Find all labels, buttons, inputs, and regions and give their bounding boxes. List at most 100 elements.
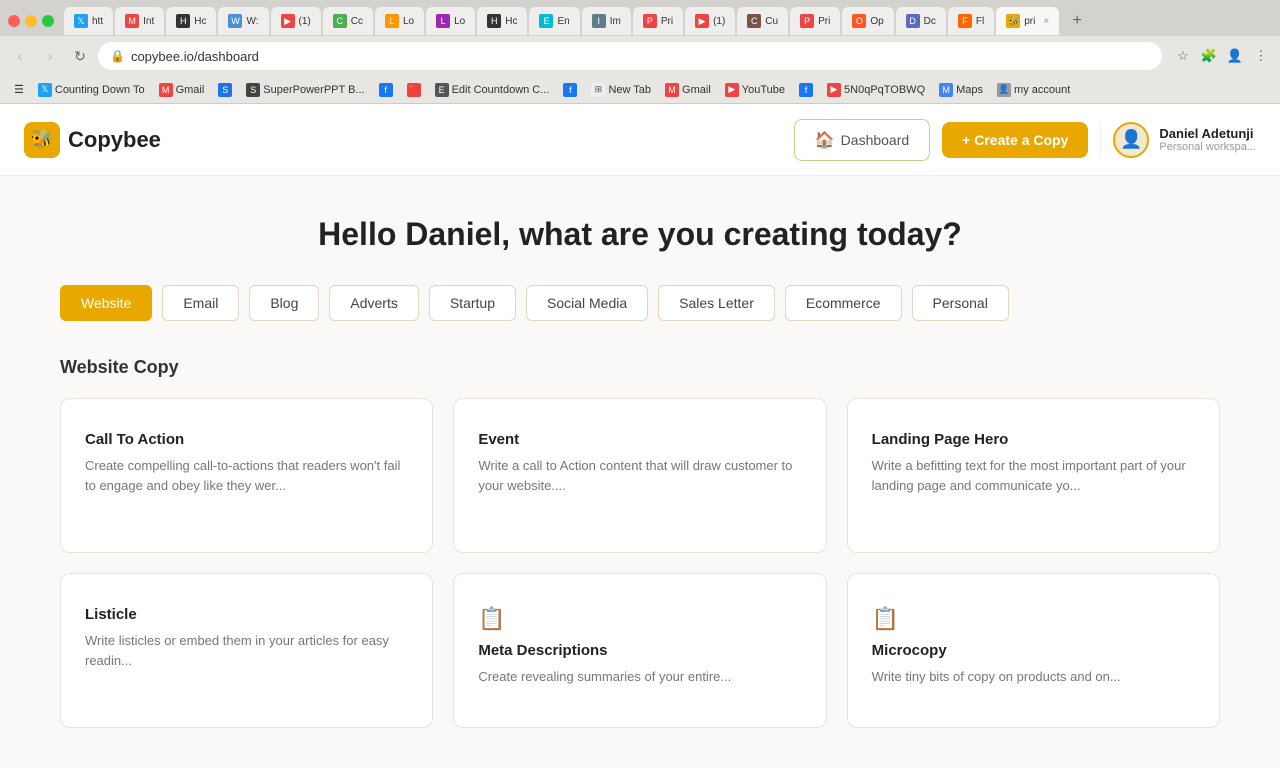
card-desc: Write a call to Action content that will…	[478, 456, 801, 495]
bookmark-maps[interactable]: M Maps	[933, 81, 989, 99]
new-tab-button[interactable]: +	[1065, 9, 1089, 33]
forward-button[interactable]: ›	[38, 44, 62, 68]
bookmark-fb2[interactable]: 🔴	[401, 81, 427, 99]
card-bottom-2[interactable]: 📋 Microcopy Write tiny bits of copy on p…	[847, 573, 1220, 728]
main-content: Hello Daniel, what are you creating toda…	[0, 176, 1280, 768]
tab-pri-active[interactable]: 🐝 pri ×	[996, 7, 1059, 35]
avatar: 👤	[1113, 122, 1149, 158]
category-tab-social-media[interactable]: Social Media	[526, 285, 648, 321]
logo: 🐝 Copybee	[24, 122, 161, 158]
bookmark-fb4[interactable]: f	[793, 81, 819, 99]
user-workspace: Personal workspa...	[1159, 141, 1256, 153]
house-icon: 🏠	[815, 130, 835, 150]
tab-close-icon[interactable]: ×	[1043, 16, 1049, 27]
logo-icon: 🐝	[24, 122, 60, 158]
close-window-btn[interactable]	[8, 15, 20, 27]
tab-cu[interactable]: C Cu	[737, 7, 788, 35]
category-tab-sales-letter[interactable]: Sales Letter	[658, 285, 775, 321]
bookmark-fb1[interactable]: f	[373, 81, 399, 99]
browser-menu-icon[interactable]: ⋮	[1250, 45, 1272, 67]
bookmark-myaccount[interactable]: 👤 my account	[991, 81, 1076, 99]
bookmark-5n0q[interactable]: ▶ 5N0qPqTOBWQ	[821, 81, 931, 99]
tab-hc1[interactable]: H Hc	[166, 7, 216, 35]
bookmark-s[interactable]: S	[212, 81, 238, 99]
card-0[interactable]: Call To Action Create compelling call-to…	[60, 398, 433, 553]
category-tab-ecommerce[interactable]: Ecommerce	[785, 285, 902, 321]
address-text: copybee.io/dashboard	[131, 49, 259, 64]
section-title: Website Copy	[60, 357, 1220, 378]
tab-op[interactable]: O Op	[842, 7, 893, 35]
card-bottom-0[interactable]: Listicle Write listicles or embed them i…	[60, 573, 433, 728]
category-tab-email[interactable]: Email	[162, 285, 239, 321]
tab-en[interactable]: E En	[529, 7, 579, 35]
category-tab-blog[interactable]: Blog	[249, 285, 319, 321]
bookmark-gmail1[interactable]: M Gmail	[153, 81, 211, 99]
category-tab-personal[interactable]: Personal	[912, 285, 1009, 321]
tab-lo2[interactable]: L Lo	[426, 7, 475, 35]
cards-grid-bottom: Listicle Write listicles or embed them i…	[60, 573, 1220, 728]
maximize-window-btn[interactable]	[42, 15, 54, 27]
tab-yt2[interactable]: ▶ (1)	[685, 7, 735, 35]
cards-grid: Call To Action Create compelling call-to…	[60, 398, 1220, 553]
card-1[interactable]: Event Write a call to Action content tha…	[453, 398, 826, 553]
bookmark-star-icon[interactable]: ☆	[1172, 45, 1194, 67]
extension-puzzle-icon[interactable]: 🧩	[1198, 45, 1220, 67]
bookmarks-bar: ☰ 𝕏 Counting Down To M Gmail S S SuperPo…	[0, 76, 1280, 104]
card-icon: 📋	[872, 606, 1195, 632]
card-desc: Write listicles or embed them in your ar…	[85, 631, 408, 670]
app-container: 🐝 Copybee 🏠 Dashboard + Create a Copy 👤 …	[0, 104, 1280, 768]
card-title: Microcopy	[872, 642, 1195, 659]
tab-twitter[interactable]: 𝕏 htt	[64, 7, 113, 35]
card-title: Call To Action	[85, 431, 408, 448]
greeting-text: Hello Daniel, what are you creating toda…	[60, 216, 1220, 253]
profile-icon[interactable]: 👤	[1224, 45, 1246, 67]
tab-lo1[interactable]: L Lo	[375, 7, 424, 35]
tab-pri2[interactable]: P Pri	[790, 7, 840, 35]
minimize-window-btn[interactable]	[25, 15, 37, 27]
header-right: 🏠 Dashboard + Create a Copy 👤 Daniel Ade…	[794, 119, 1256, 161]
card-bottom-1[interactable]: 📋 Meta Descriptions Create revealing sum…	[453, 573, 826, 728]
user-info: Daniel Adetunji Personal workspa...	[1159, 126, 1256, 153]
tab-pri1[interactable]: P Pri	[633, 7, 683, 35]
category-tab-website[interactable]: Website	[60, 285, 152, 321]
tab-hc2[interactable]: H Hc	[477, 7, 527, 35]
bookmark-counting[interactable]: 𝕏 Counting Down To	[32, 81, 151, 99]
bookmark-youtube[interactable]: ▶ YouTube	[719, 81, 791, 99]
card-2[interactable]: Landing Page Hero Write a befitting text…	[847, 398, 1220, 553]
card-title: Listicle	[85, 606, 408, 623]
card-desc: Write tiny bits of copy on products and …	[872, 667, 1195, 687]
card-title: Meta Descriptions	[478, 642, 801, 659]
tab-fl[interactable]: F Fl	[948, 7, 994, 35]
back-button[interactable]: ‹	[8, 44, 32, 68]
card-icon: 📋	[478, 606, 801, 632]
card-desc: Create revealing summaries of your entir…	[478, 667, 801, 687]
card-title: Landing Page Hero	[872, 431, 1195, 448]
card-desc: Create compelling call-to-actions that r…	[85, 456, 408, 495]
create-copy-button[interactable]: + Create a Copy	[942, 122, 1088, 158]
bookmark-gmail2[interactable]: M Gmail	[659, 81, 717, 99]
refresh-button[interactable]: ↻	[68, 44, 92, 68]
tab-bar: 𝕏 htt M Int H Hc W W: ▶ (1) C Cc L Lo L	[0, 0, 1280, 36]
bookmark-fb3[interactable]: f	[557, 81, 583, 99]
user-name: Daniel Adetunji	[1159, 126, 1256, 141]
address-bar-row: ‹ › ↻ 🔒 copybee.io/dashboard ☆ 🧩 👤 ⋮	[0, 36, 1280, 76]
browser-chrome: 𝕏 htt M Int H Hc W W: ▶ (1) C Cc L Lo L	[0, 0, 1280, 768]
tab-gmail1[interactable]: M Int	[115, 7, 164, 35]
tab-w[interactable]: W W:	[218, 7, 268, 35]
category-tabs: Website Email Blog Adverts Startup Social Med…	[60, 285, 1220, 321]
bookmark-newtab[interactable]: ⊞ New Tab	[585, 81, 657, 99]
tab-dc[interactable]: D Dc	[896, 7, 946, 35]
bookmark-superpowerppt[interactable]: S SuperPowerPPT B...	[240, 81, 370, 99]
app-header: 🐝 Copybee 🏠 Dashboard + Create a Copy 👤 …	[0, 104, 1280, 176]
tab-im[interactable]: I Im	[582, 7, 631, 35]
bookmark-countdown-edit[interactable]: E Edit Countdown C...	[429, 81, 556, 99]
tab-cc[interactable]: C Cc	[323, 7, 373, 35]
tab-yt1[interactable]: ▶ (1)	[271, 7, 321, 35]
category-tab-startup[interactable]: Startup	[429, 285, 516, 321]
bookmark-menu-icon[interactable]: ☰	[8, 81, 30, 98]
user-section: 👤 Daniel Adetunji Personal workspa...	[1100, 122, 1256, 158]
dashboard-button[interactable]: 🏠 Dashboard	[794, 119, 930, 161]
address-field[interactable]: 🔒 copybee.io/dashboard	[98, 42, 1162, 70]
logo-text: Copybee	[68, 127, 161, 153]
category-tab-adverts[interactable]: Adverts	[329, 285, 418, 321]
